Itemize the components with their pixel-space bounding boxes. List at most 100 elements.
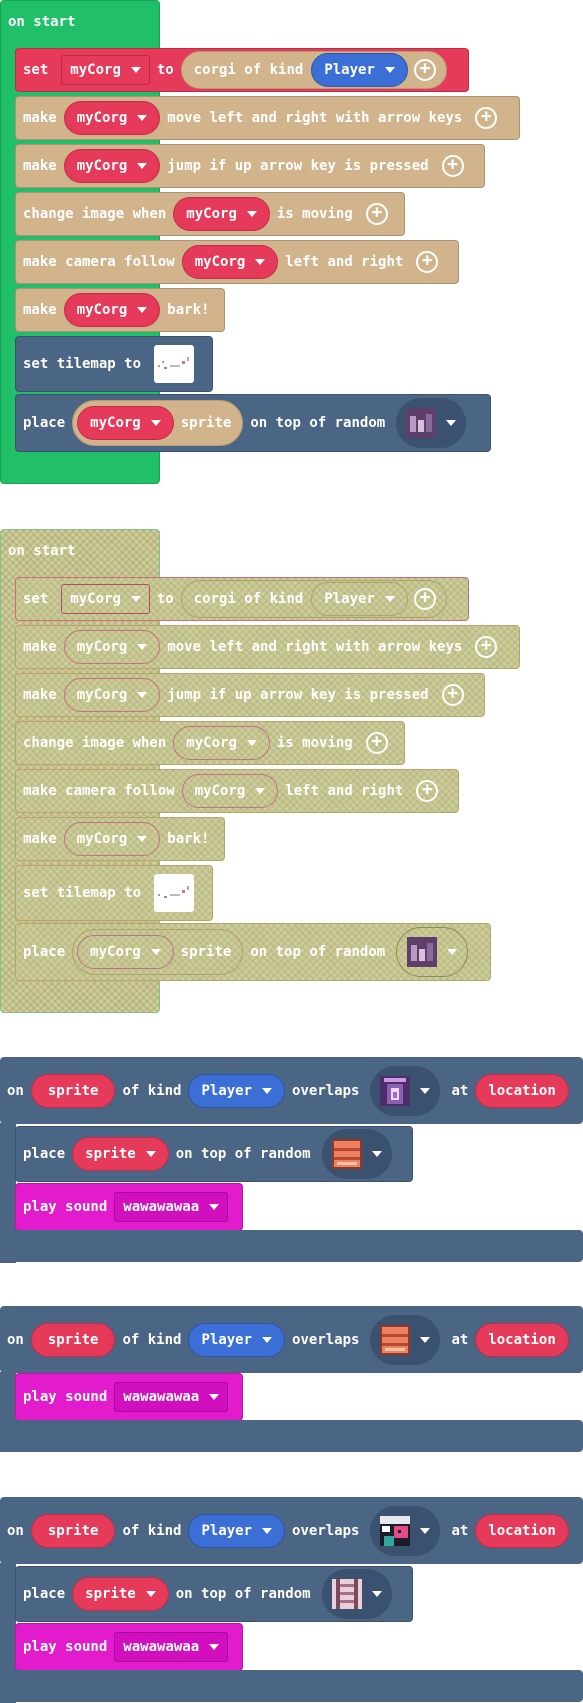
plus-icon[interactable]: + [416,251,439,273]
plus-icon[interactable]: + [475,107,498,129]
camera-follow-label: make camera follow [23,783,175,799]
play-sound-block[interactable]: play sound wawawawaa [15,1623,243,1671]
bark-ghost-block[interactable]: make myCorg bark! [15,817,225,861]
on-start-label: on start [8,14,76,30]
tilemap-icon[interactable] [154,874,195,912]
kind-dropdown[interactable]: Player [311,582,408,616]
overlaps-label: overlaps [292,1331,360,1348]
sprite-reporter[interactable]: myCorg sprite [72,929,244,975]
camera-follow-ghost-block[interactable]: make camera follow myCorg left and right… [15,769,459,813]
sprite-variable-dropdown[interactable]: sprite [72,1577,169,1611]
make-move-block[interactable]: make myCorg move left and right with arr… [15,96,520,140]
tile-dropdown[interactable] [396,398,467,448]
overlaps-label: overlaps [292,1082,360,1099]
kind-dropdown[interactable]: Player [188,1322,286,1357]
variable-dropdown[interactable]: myCorg [61,584,150,614]
variable-dropdown[interactable]: myCorg [63,822,161,856]
make-label: make [23,687,57,703]
tile-dropdown[interactable] [370,1065,441,1116]
dropdown-arrow-icon [246,740,257,746]
variable-dropdown[interactable]: myCorg [181,245,279,279]
place-sprite-ghost-block[interactable]: place myCorg sprite on top of random [15,923,491,981]
sprite-variable[interactable]: sprite [30,1322,116,1357]
plus-icon[interactable]: + [441,155,464,177]
variable-dropdown[interactable]: myCorg [63,678,161,712]
purple-tile-icon [406,408,437,438]
place-label: place [23,415,66,431]
on-top-label: on top of random [250,944,386,960]
variable-dropdown[interactable]: myCorg [181,774,279,808]
kind-dropdown[interactable]: Player [188,1513,286,1548]
tile-dropdown[interactable] [370,1314,441,1365]
dropdown-arrow-icon [130,596,141,602]
location-variable[interactable]: location [475,1322,569,1357]
plus-icon[interactable]: + [365,732,388,754]
overlap-event-2-top[interactable]: on sprite of kind Player overlaps at loc… [0,1306,583,1373]
overlap-event-1-top[interactable]: on sprite of kind Player overlaps at loc… [0,1057,583,1124]
overlaps-label: overlaps [292,1522,360,1539]
variable-dropdown[interactable]: myCorg [63,149,161,183]
bark-block[interactable]: make myCorg bark! [15,288,225,332]
change-image-block[interactable]: change image when myCorg is moving + [15,192,405,236]
dropdown-arrow-icon [255,259,266,265]
plus-icon[interactable]: + [365,203,388,225]
variable-dropdown[interactable]: myCorg [77,935,174,969]
variable-dropdown[interactable]: myCorg [77,406,174,440]
set-corgi-ghost-block[interactable]: set myCorg to corgi of kind Player + [15,577,469,621]
place-sprite-block[interactable]: place myCorg sprite on top of random [15,394,491,452]
tile-dropdown[interactable] [321,1569,392,1619]
dropdown-arrow-icon [384,596,395,602]
jump-label: jump if up arrow key is pressed [167,687,429,703]
sprite-variable[interactable]: sprite [30,1513,116,1548]
plus-icon[interactable]: + [413,59,436,81]
place-sprite-block[interactable]: place sprite on top of random [15,1126,413,1182]
sprite-variable[interactable]: sprite [30,1073,116,1108]
corgi-of-kind-reporter[interactable]: corgi of kind Player + [180,580,447,618]
sound-dropdown[interactable]: wawawawaa [114,1192,229,1222]
variable-dropdown[interactable]: myCorg [63,630,161,664]
variable-dropdown[interactable]: myCorg [173,197,270,231]
variable-dropdown[interactable]: myCorg [63,101,161,135]
kind-dropdown[interactable]: Player [311,53,408,87]
set-tilemap-label: set tilemap to [23,885,142,901]
variable-dropdown[interactable]: myCorg [63,293,161,327]
tile-dropdown[interactable] [370,1505,441,1556]
set-tilemap-block[interactable]: set tilemap to [15,336,213,392]
make-label: make [23,110,57,126]
tile-dropdown[interactable] [321,1129,392,1179]
make-move-ghost-block[interactable]: make myCorg move left and right with arr… [15,625,520,669]
make-jump-ghost-block[interactable]: make myCorg jump if up arrow key is pres… [15,673,485,717]
on-top-label: on top of random [175,1586,311,1602]
change-image-ghost-block[interactable]: change image when myCorg is moving + [15,721,405,765]
sound-dropdown[interactable]: wawawawaa [114,1382,229,1412]
sound-dropdown[interactable]: wawawawaa [114,1632,229,1662]
dropdown-arrow-icon [145,1591,156,1597]
tile-dropdown[interactable] [396,927,469,977]
dropdown-arrow-icon [262,1087,273,1094]
location-variable[interactable]: location [475,1513,569,1548]
variable-dropdown[interactable]: myCorg [61,55,150,85]
overlap-event-3-top[interactable]: on sprite of kind Player overlaps at loc… [0,1497,583,1564]
variable-dropdown[interactable]: myCorg [173,726,270,760]
play-sound-block[interactable]: play sound wawawawaa [15,1373,243,1421]
on-label: on [7,1331,24,1348]
make-jump-block[interactable]: make myCorg jump if up arrow key is pres… [15,144,485,188]
dropdown-arrow-icon [150,420,161,426]
kind-dropdown[interactable]: Player [188,1073,286,1108]
sprite-reporter[interactable]: myCorg sprite [72,400,244,446]
camera-follow-block[interactable]: make camera follow myCorg left and right… [15,240,459,284]
sprite-variable-dropdown[interactable]: sprite [72,1137,169,1171]
play-sound-block[interactable]: play sound wawawawaa [15,1183,243,1231]
plus-icon[interactable]: + [475,636,498,658]
plus-icon[interactable]: + [441,684,464,706]
location-variable[interactable]: location [475,1073,569,1108]
set-tilemap-ghost-block[interactable]: set tilemap to [15,865,213,921]
place-sprite-block[interactable]: place sprite on top of random [15,1566,413,1622]
set-corgi-block[interactable]: set myCorg to corgi of kind Player + [15,48,469,92]
change-image-label: change image when [23,735,167,751]
plus-icon[interactable]: + [416,780,439,802]
crate-tile-icon [380,1324,411,1355]
plus-icon[interactable]: + [413,588,436,610]
corgi-of-kind-reporter[interactable]: corgi of kind Player + [180,51,447,89]
tilemap-icon[interactable] [154,345,195,383]
